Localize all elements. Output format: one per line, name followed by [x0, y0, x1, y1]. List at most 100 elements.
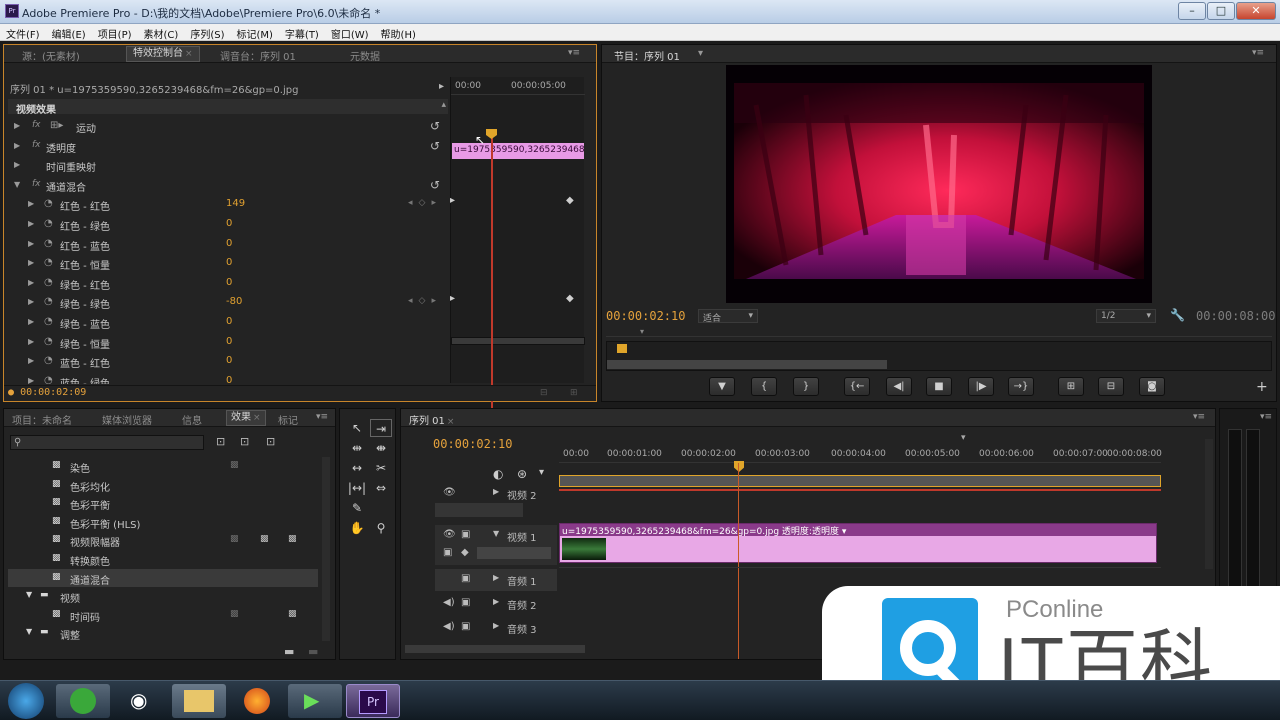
menu-edit[interactable]: 编辑(E) — [46, 24, 92, 41]
taskbar-app-explorer[interactable] — [172, 684, 226, 718]
video-clip[interactable]: u=1975359590,3265239468&fm=26&gp=0.jpg 透… — [559, 523, 1157, 563]
effect-list-item-selected[interactable]: ▩ 通道混合 — [8, 568, 318, 588]
yuv-effects-icon[interactable]: ⊡ — [266, 435, 275, 448]
effect-list-item[interactable]: ▩ 色彩平衡 (HLS) — [8, 513, 318, 532]
tab-info[interactable]: 信息 — [182, 412, 202, 427]
param-row[interactable]: ▶ ◔ 绿色 - 恒量 0 — [4, 333, 448, 353]
stopwatch-icon[interactable]: ◔ — [44, 257, 53, 268]
expand-triangle-icon[interactable]: ▶ — [28, 317, 34, 326]
reset-icon[interactable]: ↺ — [430, 178, 440, 192]
expand-triangle-icon[interactable]: ▶ — [28, 258, 34, 267]
param-value[interactable]: 149 — [226, 198, 245, 209]
stop-button[interactable]: ■ — [926, 377, 952, 396]
close-icon[interactable]: × — [253, 413, 261, 423]
chevron-down-icon[interactable]: ▾ — [698, 48, 703, 59]
taskbar-app-media[interactable]: ▶ — [288, 684, 342, 718]
param-value[interactable]: 0 — [226, 375, 232, 384]
zoom-out-icon[interactable]: ⊟ — [540, 388, 548, 398]
expand-triangle-icon[interactable]: ▶ — [28, 199, 34, 208]
slip-tool-icon[interactable]: |↔| — [346, 479, 368, 497]
playhead-icon[interactable] — [617, 344, 627, 353]
param-row[interactable]: ▶ ◔ 红色 - 红色 149 ◂◇▸ — [4, 195, 448, 215]
selection-tool-icon[interactable]: ↖ — [346, 419, 368, 437]
effect-folder[interactable]: ▼ ▬ 调整 — [8, 624, 318, 643]
tab-markers[interactable]: 标记 — [278, 412, 298, 427]
program-video-frame[interactable] — [726, 65, 1152, 303]
accelerated-effects-icon[interactable]: ⊡ — [216, 435, 225, 448]
razor-tool-icon[interactable]: ✂ — [370, 459, 392, 477]
lift-button[interactable]: ⊞ — [1058, 377, 1084, 396]
expand-triangle-icon[interactable]: ▶ — [493, 597, 499, 606]
effect-list-item[interactable]: ▩ 时间码 ▩ ▩ — [8, 606, 318, 625]
param-row[interactable]: ▶ ◔ 蓝色 - 绿色 0 — [4, 372, 448, 384]
track-select-tool-icon[interactable]: ⇥ — [370, 419, 392, 437]
effect-folder[interactable]: ▼ ▬ 视频 — [8, 587, 318, 606]
step-forward-button[interactable]: |▶ — [968, 377, 994, 396]
param-row[interactable]: ▶ ◔ 红色 - 绿色 0 — [4, 215, 448, 235]
work-area-marker-icon[interactable]: ▾ — [961, 433, 966, 443]
effect-opacity-row[interactable]: ▶ fx 透明度 ↺ — [4, 137, 448, 157]
program-scrub-area[interactable] — [606, 341, 1272, 371]
expand-triangle-icon[interactable]: ▶ — [493, 487, 499, 496]
speaker-icon[interactable]: ◀) — [443, 597, 455, 608]
work-area-bar[interactable] — [559, 475, 1161, 487]
wrench-icon[interactable]: 🔧 — [1170, 308, 1185, 322]
keyframe-icon[interactable]: ▸ — [450, 195, 455, 206]
stopwatch-icon[interactable]: ◔ — [44, 296, 53, 307]
effect-list-item[interactable]: ▩ 视频限幅器 ▩ ▩ ▩ — [8, 531, 318, 550]
taskbar-app-premiere[interactable]: Pr — [346, 684, 400, 718]
tab-effect-controls[interactable]: 特效控制台 × — [126, 46, 200, 62]
keyframe-nav-icon[interactable]: ◂◇▸ — [408, 198, 442, 208]
effect-list-item[interactable]: ▩ 染色 ▩ — [8, 457, 318, 476]
timeline-ruler[interactable]: 00:00 00:00:01:00 00:00:02:00 00:00:03:0… — [559, 443, 1162, 463]
expand-triangle-icon[interactable]: ▶ — [14, 121, 20, 130]
effect-time-remap-row[interactable]: ▶ 时间重映射 — [4, 156, 448, 176]
expand-triangle-icon[interactable]: ▶ — [493, 621, 499, 630]
panel-menu-icon[interactable]: ▾≡ — [568, 48, 580, 58]
effects-search-input[interactable]: ⚲ — [10, 435, 204, 450]
reset-icon[interactable]: ↺ — [430, 139, 440, 153]
fx-icon[interactable]: fx — [32, 140, 41, 150]
stopwatch-icon[interactable]: ◔ — [44, 316, 53, 327]
expand-triangle-icon[interactable]: ▶ — [493, 573, 499, 582]
keyframe-nav[interactable] — [477, 547, 551, 559]
param-value[interactable]: 0 — [226, 336, 232, 347]
rate-stretch-tool-icon[interactable]: ↔ — [346, 459, 368, 477]
menu-sequence[interactable]: 序列(S) — [184, 24, 230, 41]
param-row[interactable]: ▶ ◔ 红色 - 蓝色 0 — [4, 235, 448, 255]
program-zoom-scrollbar[interactable] — [607, 360, 887, 369]
eye-icon[interactable]: 👁 — [443, 529, 456, 540]
param-row[interactable]: ▶ ◔ 绿色 - 红色 0 — [4, 274, 448, 294]
effect-zoom-scrollbar[interactable] — [451, 337, 585, 345]
expand-triangle-icon[interactable]: ▶ — [14, 141, 20, 150]
lock-icon[interactable]: ▣ — [461, 597, 470, 608]
effect-clip-bar[interactable]: u=1975359590,3265239468 — [452, 143, 584, 159]
timeline-playhead-marker[interactable] — [734, 461, 744, 472]
param-value[interactable]: 0 — [226, 355, 232, 366]
effect-list-item[interactable]: ▩ 转换颜色 — [8, 550, 318, 569]
track-audio-1[interactable]: ▣ ▶ 音频 1 — [435, 569, 557, 591]
track-keyframe-controls[interactable] — [435, 503, 523, 517]
timeline-h-scrollbar[interactable] — [405, 645, 585, 653]
panel-menu-icon[interactable]: ▾≡ — [1252, 48, 1264, 58]
panel-menu-icon[interactable]: ▾≡ — [1260, 412, 1272, 422]
expand-triangle-icon[interactable]: ▶ — [28, 297, 34, 306]
start-button[interactable] — [8, 683, 44, 719]
expand-triangle-icon[interactable]: ▶ — [28, 219, 34, 228]
tab-source[interactable]: 源：(无素材) — [22, 48, 80, 63]
maximize-button[interactable]: □ — [1207, 2, 1235, 20]
lock-icon[interactable]: ▣ — [461, 573, 470, 584]
panel-menu-icon[interactable]: ▾≡ — [1193, 412, 1205, 422]
go-to-in-button[interactable]: {← — [844, 377, 870, 396]
menu-window[interactable]: 窗口(W) — [325, 24, 375, 41]
slide-tool-icon[interactable]: ⇔ — [370, 479, 392, 497]
hand-tool-icon[interactable]: ✋ — [346, 519, 368, 537]
param-value[interactable]: 0 — [226, 316, 232, 327]
fx-icon[interactable]: fx — [32, 120, 41, 130]
mark-in-button[interactable]: { — [751, 377, 777, 396]
program-time-ruler[interactable]: ▾ — [606, 327, 1272, 337]
stopwatch-icon[interactable]: ◔ — [44, 218, 53, 229]
link-icon[interactable]: ⊛ — [517, 467, 527, 481]
fx-icon[interactable]: fx — [32, 179, 41, 189]
tab-audio-mixer[interactable]: 调音台：序列 01 — [220, 48, 296, 63]
